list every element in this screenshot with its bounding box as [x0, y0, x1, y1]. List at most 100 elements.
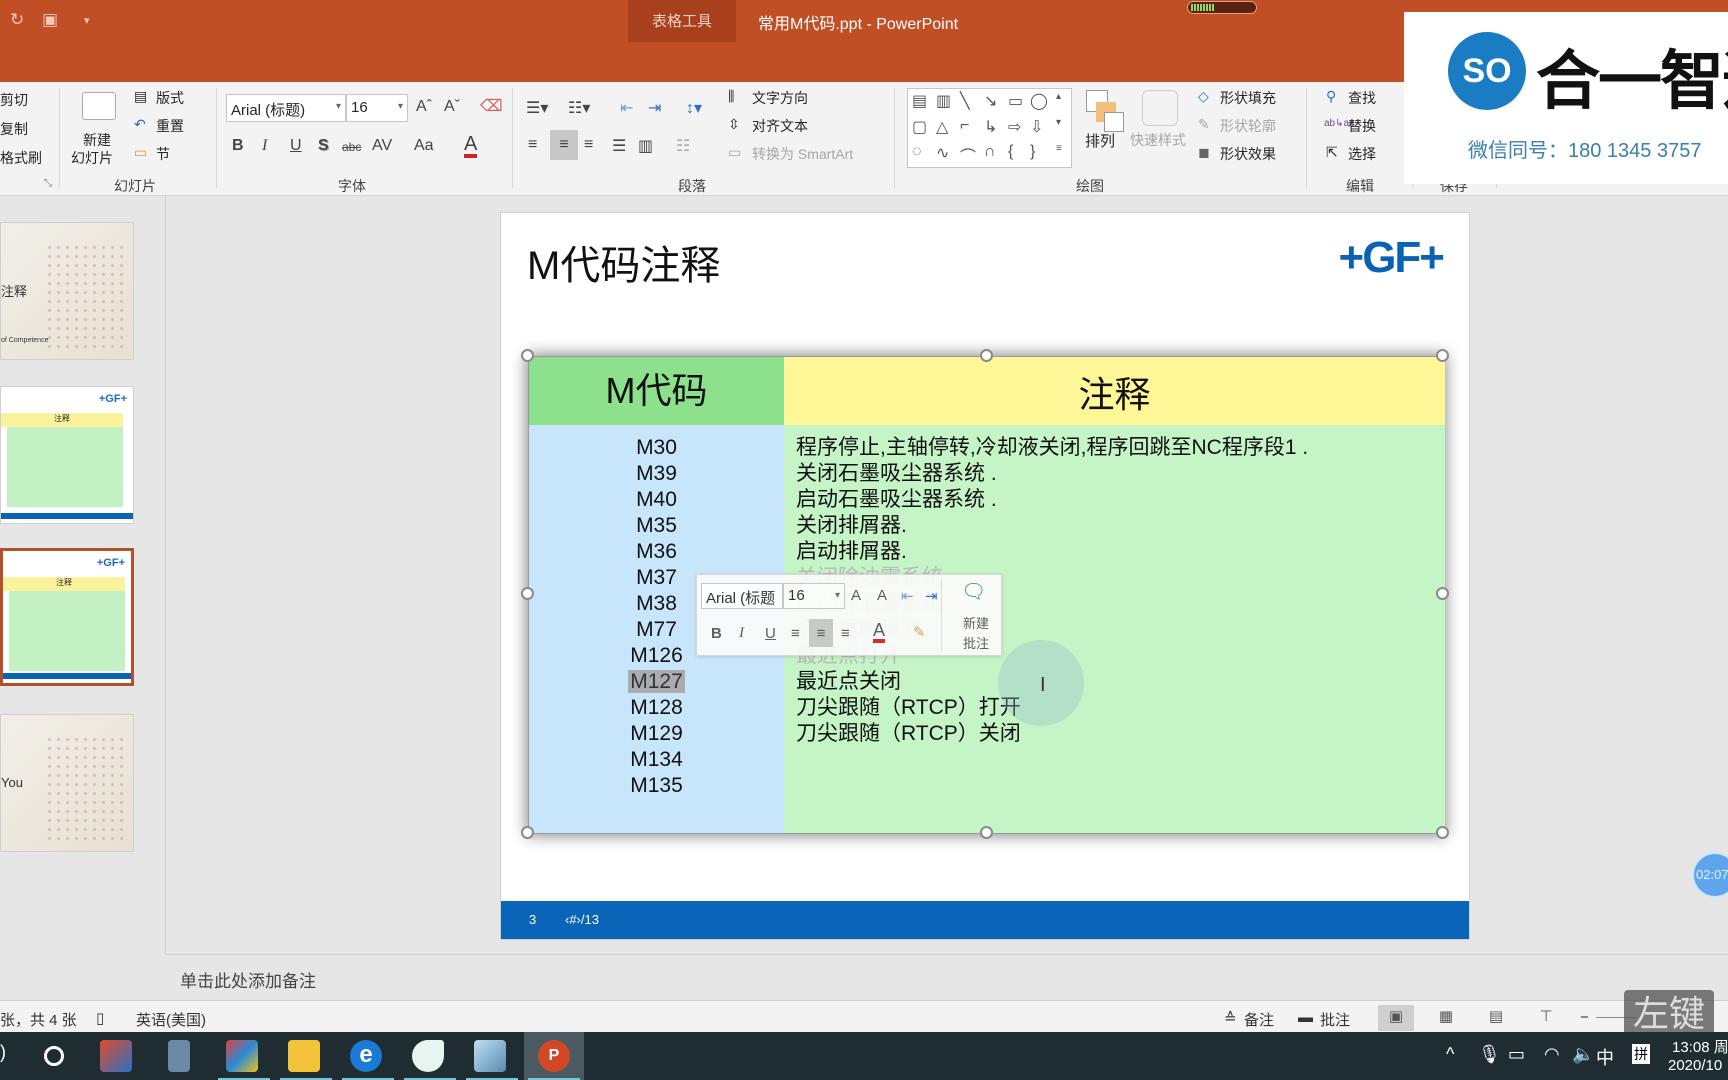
new-slide-icon[interactable] [82, 92, 116, 120]
italic-button[interactable]: I [262, 137, 267, 155]
annotation-cell[interactable]: 最近点关闭 [796, 669, 901, 695]
notes-placeholder[interactable]: 单击此处添加备注 [180, 967, 316, 992]
customize-qat-icon[interactable]: ▾ [84, 14, 90, 27]
app-icon[interactable] [226, 1040, 258, 1072]
rectangle-shape-icon[interactable]: ▭ [1008, 91, 1023, 111]
resize-handle-top[interactable] [980, 349, 993, 362]
mini-decrease-indent-icon[interactable]: ⇤ [901, 587, 914, 605]
justify-icon[interactable]: ☰ [612, 136, 626, 156]
increase-indent-icon[interactable]: ⇥ [648, 98, 661, 118]
char-spacing-button[interactable]: AV [372, 137, 392, 155]
file-explorer-icon[interactable] [288, 1040, 320, 1072]
battery-icon[interactable]: ▭ [1508, 1044, 1525, 1065]
right-brace-shape-icon[interactable]: } [1030, 143, 1035, 161]
change-case-button[interactable]: Aa [414, 137, 434, 155]
volume-icon[interactable]: 🔈 [1572, 1044, 1594, 1065]
edge-browser-icon[interactable]: e [350, 1040, 382, 1072]
text-direction-button[interactable]: 文字方向 [752, 88, 808, 108]
m-code-cell[interactable]: M135 [529, 773, 784, 799]
comments-button[interactable]: 批注 [1320, 1009, 1350, 1030]
m-code-cell[interactable]: M39 [529, 461, 784, 487]
arrange-button[interactable]: 排列 [1085, 130, 1115, 151]
mini-bold-button[interactable]: B [711, 625, 722, 642]
font-color-button[interactable]: A [464, 134, 478, 158]
new-slide-button[interactable]: 新建 [83, 130, 111, 150]
mini-align-center-icon[interactable]: ≡ [809, 619, 833, 647]
shape-effects-button[interactable]: 形状效果 [1220, 144, 1276, 164]
slide-thumbnail-4[interactable]: You [0, 714, 134, 852]
ev-recorder-icon[interactable] [412, 1040, 444, 1072]
strikethrough-button[interactable]: abc [342, 140, 361, 154]
mini-font-color-button[interactable]: A [873, 621, 886, 643]
slide-title[interactable]: M代码注释 [527, 233, 720, 291]
vertical-textbox-shape-icon[interactable]: ▥ [936, 91, 951, 111]
normal-view-icon[interactable]: ▣ [1378, 1005, 1414, 1031]
language-status[interactable]: 英语(美国) [136, 1009, 206, 1030]
decrease-indent-icon[interactable]: ⇤ [620, 98, 633, 118]
tray-overflow-icon[interactable]: ^ [1446, 1044, 1454, 1065]
gallery-more-icon[interactable]: ≡ [1056, 143, 1062, 154]
rounded-rect-shape-icon[interactable]: ▢ [912, 117, 927, 137]
m-code-cell[interactable]: M35 [529, 513, 784, 539]
textbox-shape-icon[interactable]: ▤ [912, 91, 927, 111]
annotation-cell[interactable]: 启动排屑器. [796, 539, 907, 565]
mini-underline-button[interactable]: U [765, 625, 776, 642]
mini-align-left-icon[interactable]: ≡ [791, 625, 800, 642]
clock-time[interactable]: 13:08 周 [1672, 1036, 1728, 1057]
mini-italic-button[interactable]: I [739, 625, 744, 642]
find-button[interactable]: 查找 [1348, 88, 1376, 108]
mini-font-size-combo[interactable]: 16 ▾ [783, 583, 845, 609]
mini-increase-font-icon[interactable]: A [851, 587, 861, 604]
cortana-icon[interactable] [44, 1046, 64, 1066]
clock-date[interactable]: 2020/10 [1668, 1057, 1722, 1074]
notes-toggle-button[interactable]: 备注 [1244, 1009, 1274, 1030]
microphone-icon[interactable]: 🎙 [1478, 1044, 1501, 1065]
m-code-cell[interactable]: M127 [529, 669, 784, 695]
resize-handle-bottom-right[interactable] [1436, 826, 1449, 839]
new-comment-icon[interactable]: 🗨 [961, 579, 986, 604]
notes-pane[interactable]: 单击此处添加备注 [166, 954, 1728, 1000]
annotation-cell[interactable]: 刀尖跟随（RTCP）打开 [796, 695, 1021, 721]
decrease-font-icon[interactable]: Aˇ [444, 98, 460, 116]
elbow-connector-shape-icon[interactable]: ⌐ [960, 117, 969, 135]
mini-format-painter-icon[interactable]: ✎ [913, 623, 926, 641]
annotation-cell[interactable]: 关闭排屑器. [796, 513, 907, 539]
powerpoint-icon[interactable]: P [538, 1040, 570, 1072]
snipping-tool-icon[interactable] [100, 1040, 132, 1072]
layout-button[interactable]: 版式 [156, 88, 184, 108]
annotation-cell[interactable]: 关闭石墨吸尘器系统 . [796, 461, 997, 487]
bold-button[interactable]: B [232, 137, 244, 155]
format-painter-button[interactable]: 格式刷 [0, 148, 42, 168]
resize-handle-bottom[interactable] [980, 826, 993, 839]
ime-pinyin-indicator[interactable]: 拼 [1632, 1044, 1650, 1064]
calculator-icon[interactable] [168, 1040, 190, 1072]
clipboard-launcher-icon[interactable]: ⤡ [44, 178, 52, 189]
left-brace-shape-icon[interactable]: { [1008, 143, 1013, 161]
slide-sorter-view-icon[interactable]: ▦ [1428, 1005, 1464, 1031]
font-name-combo[interactable]: Arial (标题) ▾ [226, 94, 346, 122]
annotation-cell[interactable]: 刀尖跟随（RTCP）关闭 [796, 721, 1021, 747]
new-slide-dropdown[interactable]: 幻灯片 [71, 148, 113, 168]
convert-smartart-button[interactable]: 转换为 SmartArt [752, 144, 853, 164]
redo-icon[interactable]: ↻ [10, 10, 24, 30]
right-arrow-shape-icon[interactable]: ⇨ [1008, 117, 1021, 137]
underline-button[interactable]: U [290, 137, 302, 155]
curve-shape-icon[interactable]: ∩ [984, 143, 996, 161]
ime-mode-indicator[interactable]: 中 [1596, 1044, 1614, 1070]
mini-increase-indent-icon[interactable]: ⇥ [925, 587, 938, 605]
slide-thumbnail-2[interactable]: +GF+ 注释 [0, 386, 134, 524]
reading-view-icon[interactable]: ▤ [1478, 1005, 1514, 1031]
align-text-button[interactable]: 对齐文本 [752, 116, 808, 136]
scribble-shape-icon[interactable]: ∿ [936, 143, 949, 163]
zoom-out-button[interactable]: − [1580, 1009, 1589, 1026]
line-spacing-icon[interactable]: ↕▾ [686, 98, 702, 118]
columns-icon[interactable]: ☷ [676, 136, 690, 156]
m-code-cell[interactable]: M134 [529, 747, 784, 773]
shapes-gallery[interactable]: ▤ ▥ ╲ ↘ ▭ ◯ ▢ △ ⌐ ↳ ⇨ ⇩ ◌ ∿ ⌒ ∩ { } ▴ ▾ … [907, 88, 1072, 168]
gallery-scroll-up-icon[interactable]: ▴ [1056, 91, 1061, 102]
section-button[interactable]: 节 [156, 144, 170, 164]
header-m-code[interactable]: M代码 [529, 357, 784, 425]
line-shape-icon[interactable]: ╲ [960, 91, 970, 111]
m-code-cell[interactable]: M128 [529, 695, 784, 721]
freeform-shape-icon[interactable]: ◌ [912, 143, 922, 161]
